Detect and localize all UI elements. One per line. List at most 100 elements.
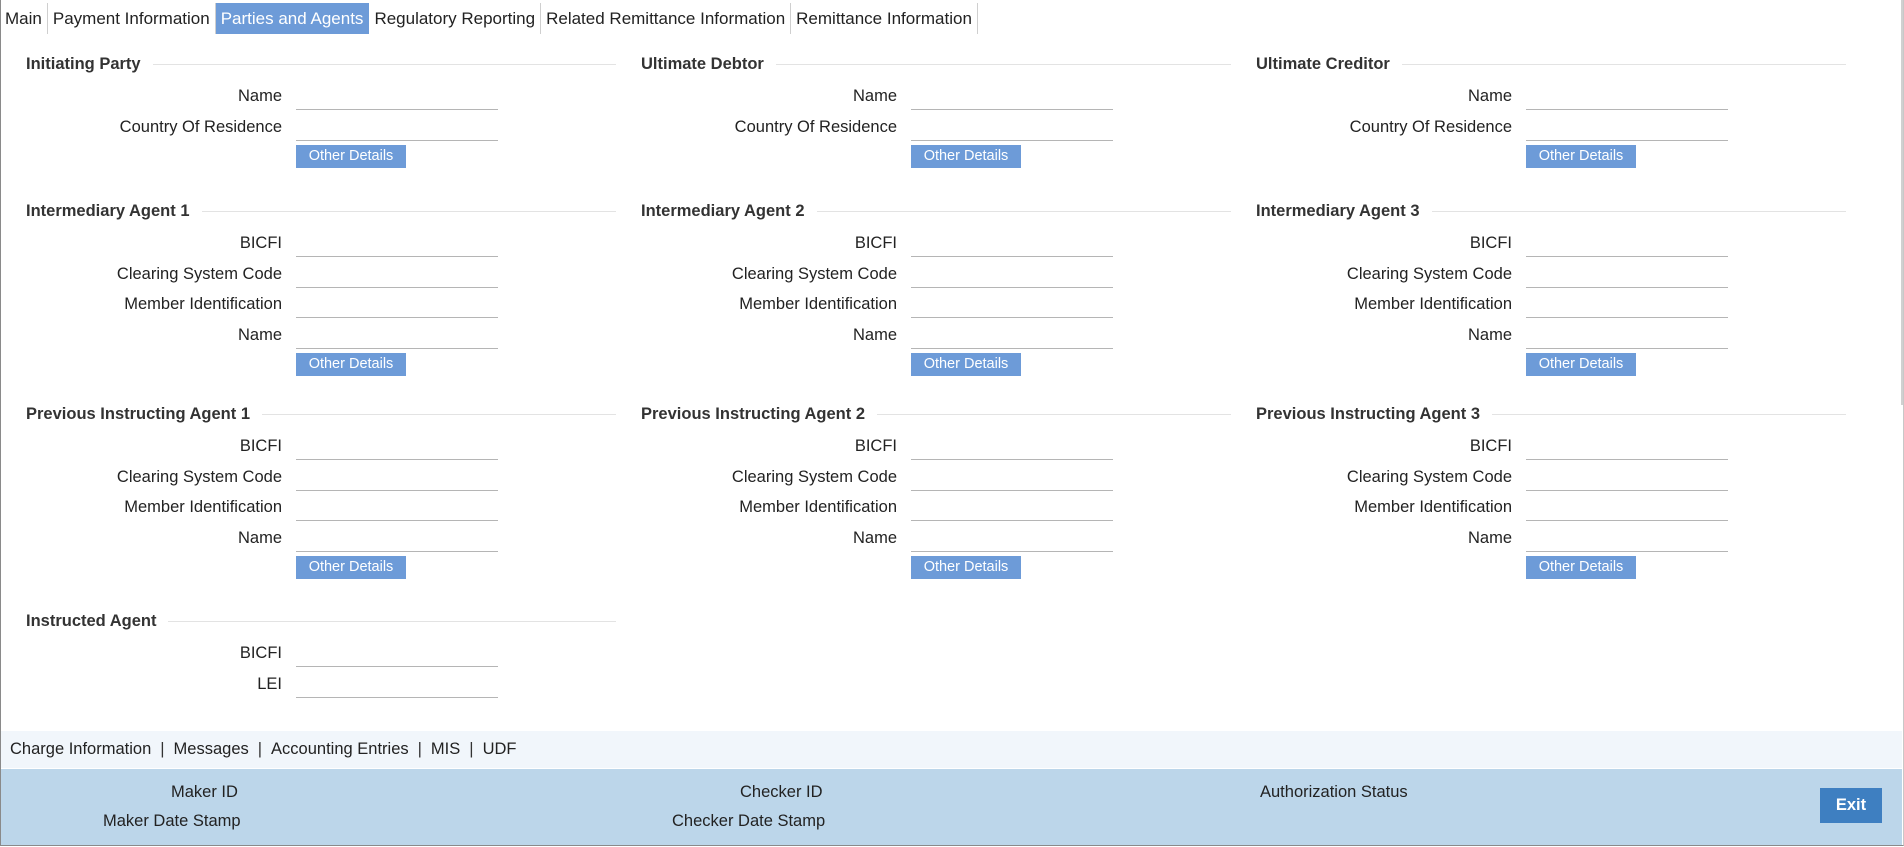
section-title: Previous Instructing Agent 1 <box>26 403 263 425</box>
tab-remittance-information[interactable]: Remittance Information <box>791 3 978 34</box>
section-previous-instructing-agent-1: Previous Instructing Agent 1 BICFI Clear… <box>26 403 616 579</box>
other-details-button[interactable]: Other Details <box>911 145 1021 168</box>
member-identification-input[interactable] <box>296 494 498 521</box>
section-previous-instructing-agent-3: Previous Instructing Agent 3 BICFI Clear… <box>1256 403 1846 579</box>
section-title: Intermediary Agent 3 <box>1256 200 1432 222</box>
field-label: Member Identification <box>124 498 282 516</box>
section-intermediary-agent-2: Intermediary Agent 2 BICFI Clearing Syst… <box>641 200 1231 376</box>
exit-button[interactable]: Exit <box>1820 788 1882 823</box>
clearing-system-code-input[interactable] <box>296 260 498 288</box>
authorization-status-label: Authorization Status <box>1260 783 1408 801</box>
field-label: BICFI <box>239 234 282 252</box>
member-identification-input[interactable] <box>296 291 498 318</box>
section-title: Intermediary Agent 1 <box>26 200 202 222</box>
name-input[interactable] <box>1526 524 1728 552</box>
field-label: LEI <box>257 674 282 693</box>
field-label: Country Of Residence <box>119 117 282 136</box>
field-label: BICFI <box>1469 234 1512 252</box>
name-input[interactable] <box>296 524 498 552</box>
field-label: Clearing System Code <box>1346 467 1512 486</box>
name-input[interactable] <box>911 524 1113 552</box>
clearing-system-code-input[interactable] <box>1526 260 1728 288</box>
clearing-system-code-input[interactable] <box>911 463 1113 491</box>
bicfi-input[interactable] <box>1526 433 1728 460</box>
ultimate-debtor-name-input[interactable] <box>911 83 1113 110</box>
maker-id-label: Maker ID <box>171 783 238 801</box>
section-title: Ultimate Debtor <box>641 53 776 75</box>
bicfi-input[interactable] <box>296 230 498 257</box>
other-details-button[interactable]: Other Details <box>296 145 406 168</box>
tab-payment-information[interactable]: Payment Information <box>48 3 216 34</box>
other-details-button[interactable]: Other Details <box>1526 556 1636 579</box>
accounting-entries-link[interactable]: Accounting Entries <box>262 740 418 759</box>
other-details-button[interactable]: Other Details <box>296 353 406 376</box>
field-label: Clearing System Code <box>116 264 282 283</box>
field-label: Name <box>237 87 282 105</box>
ultimate-debtor-country-input[interactable] <box>911 113 1113 141</box>
udf-link[interactable]: UDF <box>474 740 526 759</box>
tab-main[interactable]: Main <box>0 3 48 34</box>
other-details-button[interactable]: Other Details <box>1526 145 1636 168</box>
other-details-button[interactable]: Other Details <box>296 556 406 579</box>
tab-parties-and-agents[interactable]: Parties and Agents <box>215 3 370 34</box>
mis-link[interactable]: MIS <box>422 740 469 759</box>
clearing-system-code-input[interactable] <box>296 463 498 491</box>
bicfi-input[interactable] <box>296 640 498 667</box>
status-bar: Maker ID Maker Date Stamp Checker ID Che… <box>1 769 1902 845</box>
field-label: Clearing System Code <box>1346 264 1512 283</box>
section-instructed-agent: Instructed Agent BICFI LEI <box>26 610 616 701</box>
name-input[interactable] <box>296 321 498 349</box>
section-previous-instructing-agent-2: Previous Instructing Agent 2 BICFI Clear… <box>641 403 1231 579</box>
section-title: Previous Instructing Agent 3 <box>1256 403 1493 425</box>
section-ultimate-creditor: Ultimate Creditor Name Country Of Reside… <box>1256 53 1846 168</box>
field-label: Name <box>1467 325 1512 344</box>
bicfi-input[interactable] <box>1526 230 1728 257</box>
ultimate-creditor-country-input[interactable] <box>1526 113 1728 141</box>
maker-date-stamp-label: Maker Date Stamp <box>103 812 241 830</box>
field-label: Name <box>1467 528 1512 547</box>
section-title: Ultimate Creditor <box>1256 53 1402 75</box>
member-identification-input[interactable] <box>1526 291 1728 318</box>
field-label: Name <box>237 325 282 344</box>
field-label: Member Identification <box>1354 498 1512 516</box>
member-identification-input[interactable] <box>1526 494 1728 521</box>
scrollbar[interactable] <box>1901 0 1903 405</box>
field-label: Clearing System Code <box>731 264 897 283</box>
field-label: Name <box>237 528 282 547</box>
initiating-party-country-input[interactable] <box>296 113 498 141</box>
section-title: Instructed Agent <box>26 610 169 632</box>
name-input[interactable] <box>911 321 1113 349</box>
other-details-button[interactable]: Other Details <box>911 556 1021 579</box>
field-label: Member Identification <box>739 498 897 516</box>
other-details-button[interactable]: Other Details <box>1526 353 1636 376</box>
field-label: Member Identification <box>1354 295 1512 313</box>
initiating-party-name-input[interactable] <box>296 83 498 110</box>
charge-information-link[interactable]: Charge Information <box>1 740 160 759</box>
tab-strip: Main Payment Information Parties and Age… <box>0 3 978 34</box>
messages-link[interactable]: Messages <box>165 740 258 759</box>
section-title: Initiating Party <box>26 53 153 75</box>
tab-related-remittance-information[interactable]: Related Remittance Information <box>541 3 792 34</box>
field-label: Clearing System Code <box>731 467 897 486</box>
bicfi-input[interactable] <box>296 433 498 460</box>
other-details-button[interactable]: Other Details <box>911 353 1021 376</box>
section-intermediary-agent-1: Intermediary Agent 1 BICFI Clearing Syst… <box>26 200 616 376</box>
field-label: Country Of Residence <box>734 117 897 136</box>
member-identification-input[interactable] <box>911 291 1113 318</box>
field-label: BICFI <box>1469 437 1512 455</box>
clearing-system-code-input[interactable] <box>1526 463 1728 491</box>
name-input[interactable] <box>1526 321 1728 349</box>
footer-links-bar: Charge Information | Messages | Accounti… <box>1 731 1902 768</box>
checker-id-label: Checker ID <box>740 783 823 801</box>
field-label: Name <box>852 87 897 105</box>
section-initiating-party: Initiating Party Name Country Of Residen… <box>26 53 616 168</box>
member-identification-input[interactable] <box>911 494 1113 521</box>
field-label: BICFI <box>239 437 282 455</box>
clearing-system-code-input[interactable] <box>911 260 1113 288</box>
lei-input[interactable] <box>296 670 498 698</box>
tab-regulatory-reporting[interactable]: Regulatory Reporting <box>369 3 542 34</box>
bicfi-input[interactable] <box>911 230 1113 257</box>
field-label: Member Identification <box>124 295 282 313</box>
bicfi-input[interactable] <box>911 433 1113 460</box>
ultimate-creditor-name-input[interactable] <box>1526 83 1728 110</box>
